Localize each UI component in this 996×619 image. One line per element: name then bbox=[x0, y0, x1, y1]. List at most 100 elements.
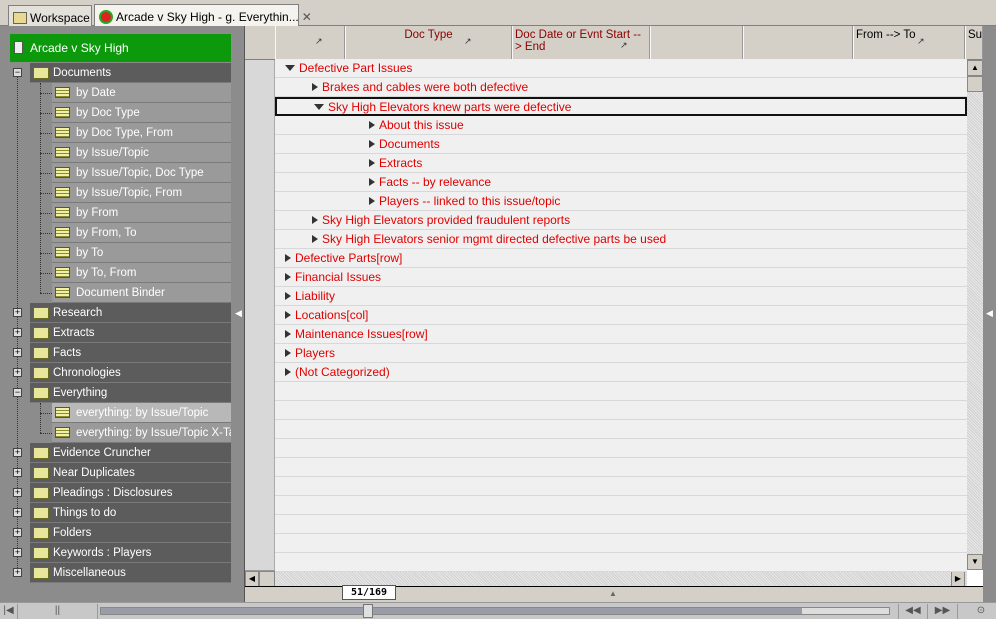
collapse-icon[interactable]: − bbox=[13, 68, 22, 77]
scroll-thumb[interactable] bbox=[967, 76, 983, 92]
row-label[interactable]: Players bbox=[295, 346, 335, 360]
expand-arrow-icon[interactable] bbox=[285, 368, 291, 376]
expand-arrow-icon[interactable] bbox=[285, 330, 291, 338]
hscroll-thumb[interactable] bbox=[259, 571, 275, 587]
expand-arrow-icon[interactable] bbox=[369, 197, 375, 205]
tab-case[interactable]: Arcade v Sky High - g. Everythin... ✕ bbox=[94, 4, 312, 26]
sort-icon[interactable]: ↗ bbox=[917, 36, 925, 47]
column-header[interactable]: From --> To bbox=[853, 26, 965, 60]
expand-icon[interactable]: + bbox=[13, 468, 22, 477]
collapse-tree-icon[interactable]: ◀ bbox=[235, 308, 242, 319]
collapse-left-icon[interactable]: ◀ bbox=[986, 308, 993, 319]
tree-folder[interactable]: Pleadings : Disclosures bbox=[30, 483, 231, 503]
tree-view-item[interactable]: by To, From bbox=[52, 263, 231, 283]
horizontal-scrollbar[interactable]: ◀ ▶ bbox=[245, 570, 967, 587]
expand-arrow-icon[interactable] bbox=[369, 121, 375, 129]
tree-view-item[interactable]: by Date bbox=[52, 83, 231, 103]
expand-icon[interactable]: + bbox=[13, 368, 22, 377]
expand-arrow-icon[interactable] bbox=[312, 216, 318, 224]
vertical-scrollbar[interactable]: ▲ ▼ bbox=[967, 60, 983, 570]
tree-row[interactable]: (Not Categorized) bbox=[275, 363, 967, 382]
tab-workspace[interactable]: Workspace bbox=[8, 5, 92, 26]
expand-arrow-icon[interactable] bbox=[285, 273, 291, 281]
scroll-right-button[interactable]: ▶ bbox=[951, 571, 965, 587]
tree-folder[interactable]: Research bbox=[30, 303, 231, 323]
row-label[interactable]: Players -- linked to this issue/topic bbox=[379, 194, 560, 208]
column-header[interactable]: Sur bbox=[965, 26, 983, 60]
row-label[interactable]: Extracts bbox=[379, 156, 422, 170]
tree-view-item[interactable]: by From, To bbox=[52, 223, 231, 243]
row-label[interactable]: About this issue bbox=[379, 118, 464, 132]
close-icon[interactable]: ✕ bbox=[302, 10, 312, 24]
expand-arrow-icon[interactable] bbox=[369, 159, 375, 167]
tree-folder[interactable]: Things to do bbox=[30, 503, 231, 523]
tree-folder[interactable]: Extracts bbox=[30, 323, 231, 343]
row-label[interactable]: Liability bbox=[295, 289, 335, 303]
expand-icon[interactable]: + bbox=[13, 508, 22, 517]
row-label[interactable]: Locations[col] bbox=[295, 308, 368, 322]
tree-root[interactable]: Arcade v Sky High bbox=[10, 34, 231, 62]
tree-row[interactable]: Defective Part Issues bbox=[275, 59, 967, 78]
expand-arrow-icon[interactable] bbox=[312, 83, 318, 91]
tree-view-item[interactable]: by Doc Type, From bbox=[52, 123, 231, 143]
tree-row[interactable]: Defective Parts[row] bbox=[275, 249, 967, 268]
expand-icon[interactable]: + bbox=[13, 328, 22, 337]
column-header[interactable] bbox=[275, 26, 345, 60]
tree-row[interactable]: Sky High Elevators senior mgmt directed … bbox=[275, 230, 967, 249]
expand-icon[interactable]: + bbox=[13, 308, 22, 317]
expand-arrow-icon[interactable] bbox=[285, 349, 291, 357]
slider-thumb[interactable] bbox=[363, 604, 373, 618]
expand-arrow-icon[interactable] bbox=[369, 140, 375, 148]
column-header[interactable]: Doc Date or Evnt Start --> End bbox=[512, 26, 650, 60]
tree-view-item[interactable]: by Issue/Topic bbox=[52, 143, 231, 163]
expand-arrow-icon[interactable] bbox=[285, 311, 291, 319]
scroll-up-button[interactable]: ▲ bbox=[967, 60, 983, 76]
tree-folder[interactable]: Facts bbox=[30, 343, 231, 363]
expand-icon[interactable]: + bbox=[13, 548, 22, 557]
row-label[interactable]: Financial Issues bbox=[295, 270, 381, 284]
tree-row[interactable]: Sky High Elevators knew parts were defec… bbox=[275, 97, 967, 116]
tree-folder[interactable]: Evidence Cruncher bbox=[30, 443, 231, 463]
row-label[interactable]: Maintenance Issues[row] bbox=[295, 327, 428, 341]
pause-button[interactable]: || bbox=[18, 604, 98, 619]
tree-folder[interactable]: Folders bbox=[30, 523, 231, 543]
rewind-button[interactable]: ◀◀ bbox=[898, 604, 928, 619]
collapse-arrow-icon[interactable] bbox=[314, 103, 324, 110]
expand-icon[interactable]: + bbox=[13, 348, 22, 357]
expand-icon[interactable]: + bbox=[13, 528, 22, 537]
tree-folder[interactable]: Chronologies bbox=[30, 363, 231, 383]
row-label[interactable]: Sky High Elevators knew parts were defec… bbox=[328, 100, 571, 114]
tree-view-item[interactable]: everything: by Issue/Topic X-Tab bbox=[52, 423, 231, 443]
tree-view-item[interactable]: by From bbox=[52, 203, 231, 223]
scroll-down-button[interactable]: ▼ bbox=[967, 554, 983, 570]
expand-up-icon[interactable]: ▲ bbox=[609, 589, 617, 598]
tree-row[interactable]: Financial Issues bbox=[275, 268, 967, 287]
tree-folder[interactable]: Keywords : Players bbox=[30, 543, 231, 563]
expand-arrow-icon[interactable] bbox=[285, 292, 291, 300]
tree-view-item[interactable]: by Issue/Topic, From bbox=[52, 183, 231, 203]
sort-icon[interactable]: ↗ bbox=[620, 40, 628, 51]
row-label[interactable]: Documents bbox=[379, 137, 440, 151]
tree-view-item[interactable]: Document Binder bbox=[52, 283, 231, 303]
tree-row[interactable]: Brakes and cables were both defective bbox=[275, 78, 967, 97]
row-label[interactable]: Sky High Elevators provided fraudulent r… bbox=[322, 213, 570, 227]
tree-row[interactable]: Sky High Elevators provided fraudulent r… bbox=[275, 211, 967, 230]
tree-row[interactable]: Facts -- by relevance bbox=[275, 173, 967, 192]
tree-row[interactable]: Players -- linked to this issue/topic bbox=[275, 192, 967, 211]
tree-folder[interactable]: Everything bbox=[30, 383, 231, 403]
first-button[interactable]: |◀ bbox=[0, 604, 18, 619]
expand-arrow-icon[interactable] bbox=[312, 235, 318, 243]
expand-icon[interactable]: + bbox=[13, 448, 22, 457]
row-label[interactable]: Defective Parts[row] bbox=[295, 251, 402, 265]
expand-arrow-icon[interactable] bbox=[285, 254, 291, 262]
tree-row[interactable]: Players bbox=[275, 344, 967, 363]
tree-view-item[interactable]: by To bbox=[52, 243, 231, 263]
tree-folder[interactable]: Miscellaneous bbox=[30, 563, 231, 583]
progress-slider[interactable] bbox=[100, 604, 890, 618]
tree-row[interactable]: Locations[col] bbox=[275, 306, 967, 325]
row-label[interactable]: Facts -- by relevance bbox=[379, 175, 491, 189]
scroll-left-button[interactable]: ◀ bbox=[245, 571, 259, 587]
tree-row[interactable]: About this issue bbox=[275, 116, 967, 135]
tree-view-item[interactable]: everything: by Issue/Topic bbox=[52, 403, 231, 423]
tree-folder[interactable]: Near Duplicates bbox=[30, 463, 231, 483]
